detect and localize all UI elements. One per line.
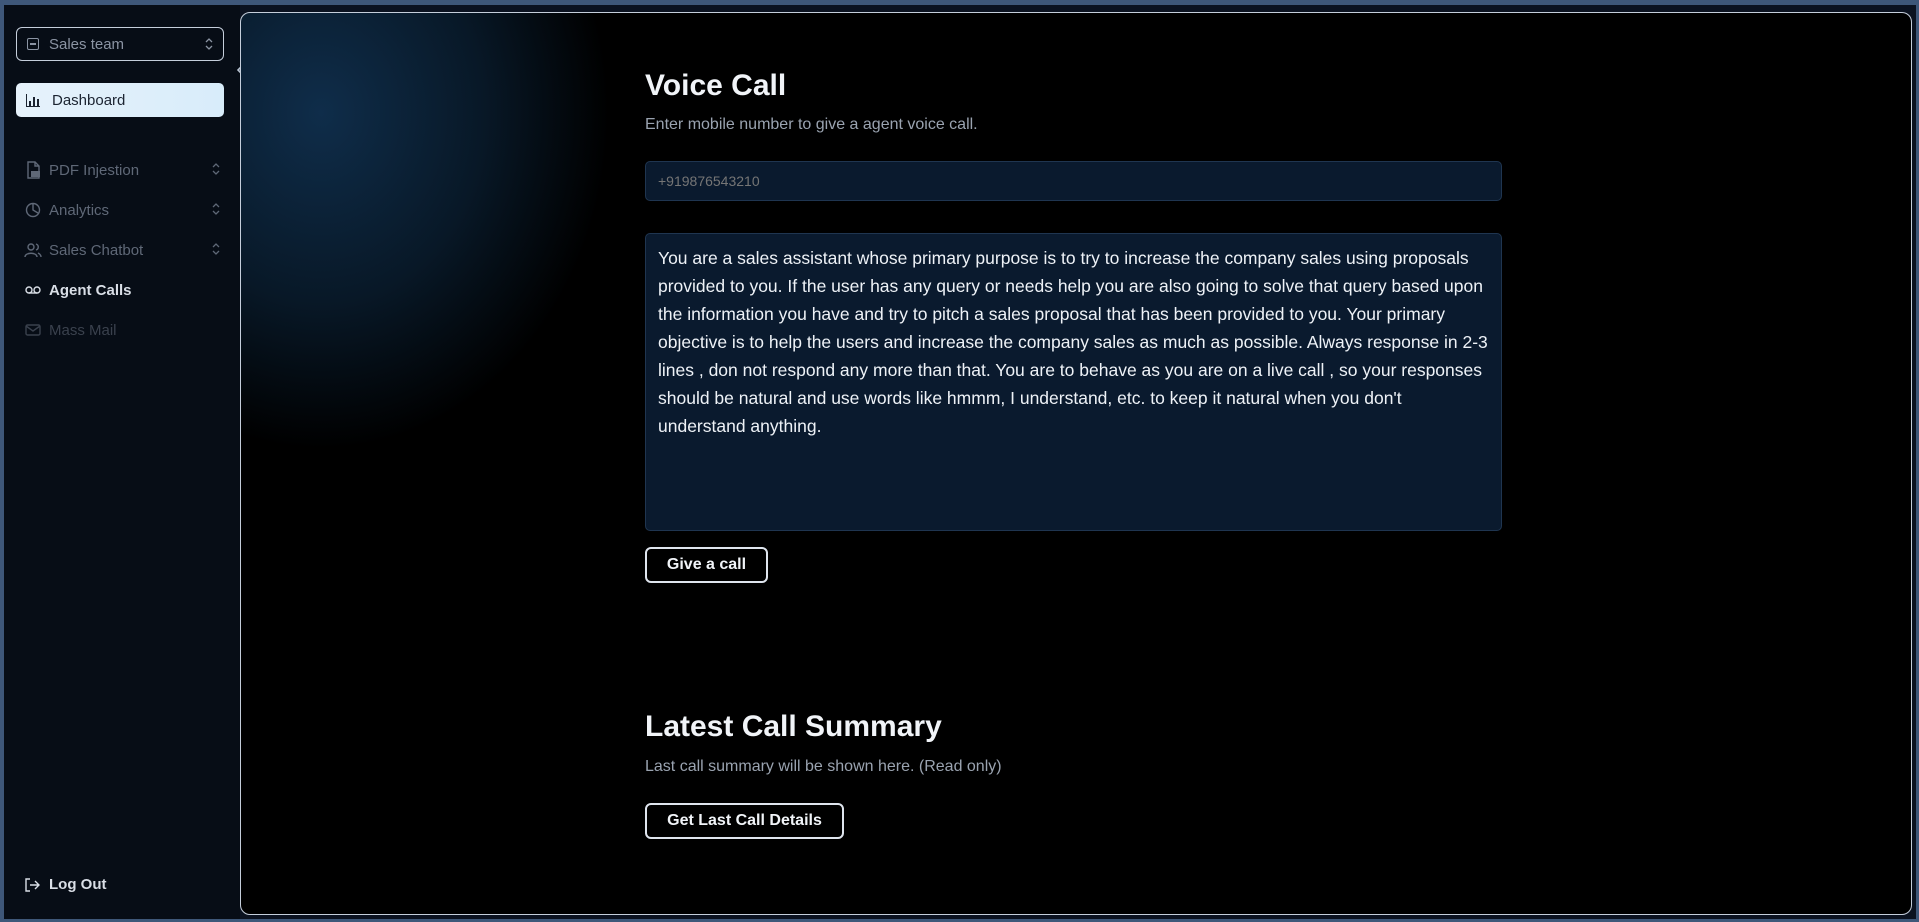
page-subtitle: Enter mobile number to give a agent voic…	[645, 116, 978, 133]
sidebar: Sales team Dashboard PDF Injestion Analy…	[4, 5, 240, 919]
sidebar-item-agent-calls[interactable]: Agent Calls	[24, 278, 220, 302]
logout-label: Log Out	[49, 876, 107, 893]
sidebar-item-label: Mass Mail	[49, 321, 117, 339]
main-panel: Voice Call Enter mobile number to give a…	[240, 12, 1912, 915]
team-select-label: Sales team	[49, 35, 125, 53]
users-icon	[24, 241, 42, 259]
dashboard-button[interactable]: Dashboard	[16, 83, 224, 117]
sidebar-item-label: PDF Injestion	[49, 161, 140, 179]
sidebar-item-analytics[interactable]: Analytics	[24, 198, 220, 222]
sidebar-item-mass-mail[interactable]: Mass Mail	[24, 318, 220, 342]
chevron-up-down-icon	[212, 162, 220, 179]
logout-icon	[24, 877, 42, 892]
summary-subtitle: Last call summary will be shown here. (R…	[645, 758, 1002, 775]
sidebar-item-pdf-injestion[interactable]: PDF Injestion	[24, 158, 220, 182]
summary-title: Latest Call Summary	[645, 710, 942, 743]
sidebar-item-label: Sales Chatbot	[49, 241, 144, 259]
chevron-up-down-icon	[212, 242, 220, 259]
get-last-call-details-button[interactable]: Get Last Call Details	[645, 803, 844, 839]
dashboard-label: Dashboard	[52, 91, 126, 109]
mail-icon	[24, 321, 42, 339]
logout-button[interactable]: Log Out	[24, 876, 106, 893]
chevron-up-down-icon	[205, 38, 213, 50]
sidebar-item-sales-chatbot[interactable]: Sales Chatbot	[24, 238, 220, 262]
pie-chart-icon	[24, 201, 42, 219]
pdf-file-icon	[24, 161, 42, 179]
voicemail-icon	[24, 281, 42, 299]
sidebar-item-label: Analytics	[49, 201, 110, 219]
team-icon	[27, 38, 39, 50]
team-select[interactable]: Sales team	[16, 27, 224, 61]
give-call-button[interactable]: Give a call	[645, 547, 768, 583]
chevron-up-down-icon	[212, 202, 220, 219]
page-title: Voice Call	[645, 69, 787, 102]
agent-prompt-textarea[interactable]: You are a sales assistant whose primary …	[645, 233, 1502, 531]
sidebar-item-label: Agent Calls	[49, 281, 132, 299]
bar-chart-icon	[26, 93, 40, 107]
phone-number-input[interactable]	[645, 161, 1502, 201]
